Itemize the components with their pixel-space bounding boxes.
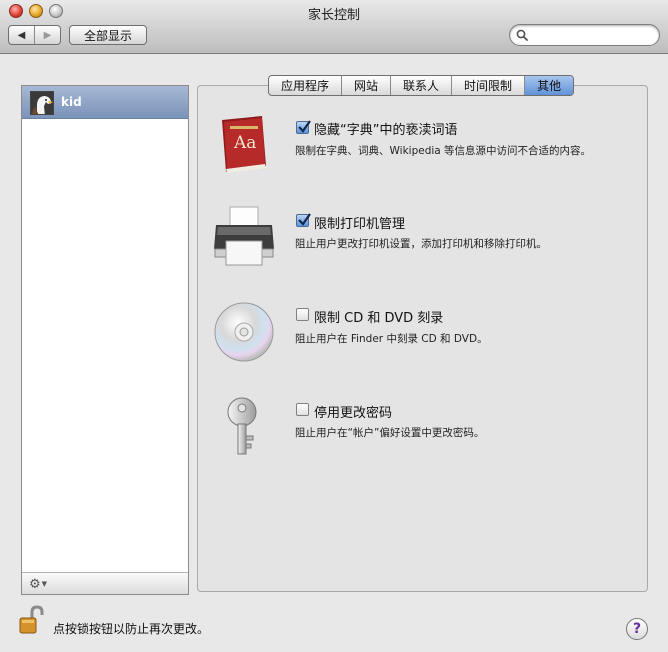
cd-dvd-icon: [214, 302, 274, 362]
chevron-down-icon: ▼: [41, 580, 48, 588]
lock-hint-text: 点按锁按钮以防止再次更改。: [53, 622, 210, 636]
hide-profanity-checkbox[interactable]: [296, 120, 311, 134]
disable-password-change-label: 停用更改密码: [314, 406, 393, 421]
limit-printer-admin-label: 限制打印机管理: [314, 217, 406, 232]
search-field[interactable]: [509, 24, 660, 46]
help-button[interactable]: ?: [626, 618, 648, 640]
key-icon: [227, 397, 257, 455]
forward-button[interactable]: ▶: [34, 26, 60, 44]
option-limit-printer-admin: 限制打印机管理 阻止用户更改打印机设置，添加打印机和移除打印机。: [212, 205, 632, 285]
dictionary-icon: Aa: [222, 116, 266, 173]
user-list: kid ⚙ ▼: [21, 85, 189, 595]
disable-password-change-checkbox[interactable]: [296, 403, 309, 416]
hide-profanity-description: 限制在字典、词典、Wikipedia 等信息源中访问不合适的内容。: [295, 145, 592, 157]
limit-disc-burning-checkbox[interactable]: [296, 308, 309, 321]
limit-disc-burning-label: 限制 CD 和 DVD 刻录: [314, 311, 444, 326]
search-icon: [516, 29, 528, 41]
show-all-button[interactable]: 全部显示: [69, 25, 147, 45]
option-disable-password-change: 停用更改密码 阻止用户在“帐户”偏好设置中更改密码。: [212, 394, 632, 474]
hide-profanity-label: 隐藏“字典”中的亵渎词语: [314, 123, 458, 138]
user-list-footer: ⚙ ▼: [22, 572, 188, 594]
option-limit-disc-burning: 限制 CD 和 DVD 刻录 阻止用户在 Finder 中刻录 CD 和 DVD…: [212, 300, 632, 380]
limit-disc-burning-description: 阻止用户在 Finder 中刻录 CD 和 DVD。: [295, 333, 488, 345]
limit-printer-admin-checkbox[interactable]: [296, 213, 311, 227]
title-bar: 家长控制 ◀ ▶ 全部显示: [0, 0, 668, 54]
user-name: kid: [61, 95, 82, 109]
search-input[interactable]: [532, 27, 654, 43]
limit-printer-admin-description: 阻止用户更改打印机设置，添加打印机和移除打印机。: [295, 238, 547, 250]
user-list-item[interactable]: kid: [22, 86, 188, 119]
tab-bar: 应用程序 网站 联系人 时间限制 其他: [268, 75, 575, 96]
back-button[interactable]: ◀: [9, 26, 34, 44]
back-forward-control: ◀ ▶: [8, 25, 61, 45]
gear-icon: ⚙: [29, 576, 41, 592]
option-hide-profanity: Aa 隐藏“字典”中的亵渎词语 限制在字典、词典、Wikipedia 等信息源中…: [212, 112, 632, 192]
eagle-avatar: [30, 91, 54, 115]
disable-password-change-description: 阻止用户在“帐户”偏好设置中更改密码。: [295, 427, 485, 439]
unlocked-lock-icon[interactable]: [18, 605, 44, 635]
window-title: 家长控制: [307, 8, 360, 23]
tab-other[interactable]: 其他: [524, 76, 574, 95]
action-menu-button[interactable]: ⚙ ▼: [29, 576, 51, 592]
printer-icon: [214, 206, 274, 266]
svg-text:Aa: Aa: [233, 133, 256, 153]
tab-applications[interactable]: 应用程序: [269, 76, 341, 95]
tab-time-limits[interactable]: 时间限制: [451, 76, 524, 95]
tab-websites[interactable]: 网站: [341, 76, 390, 95]
tab-contacts[interactable]: 联系人: [390, 76, 451, 95]
